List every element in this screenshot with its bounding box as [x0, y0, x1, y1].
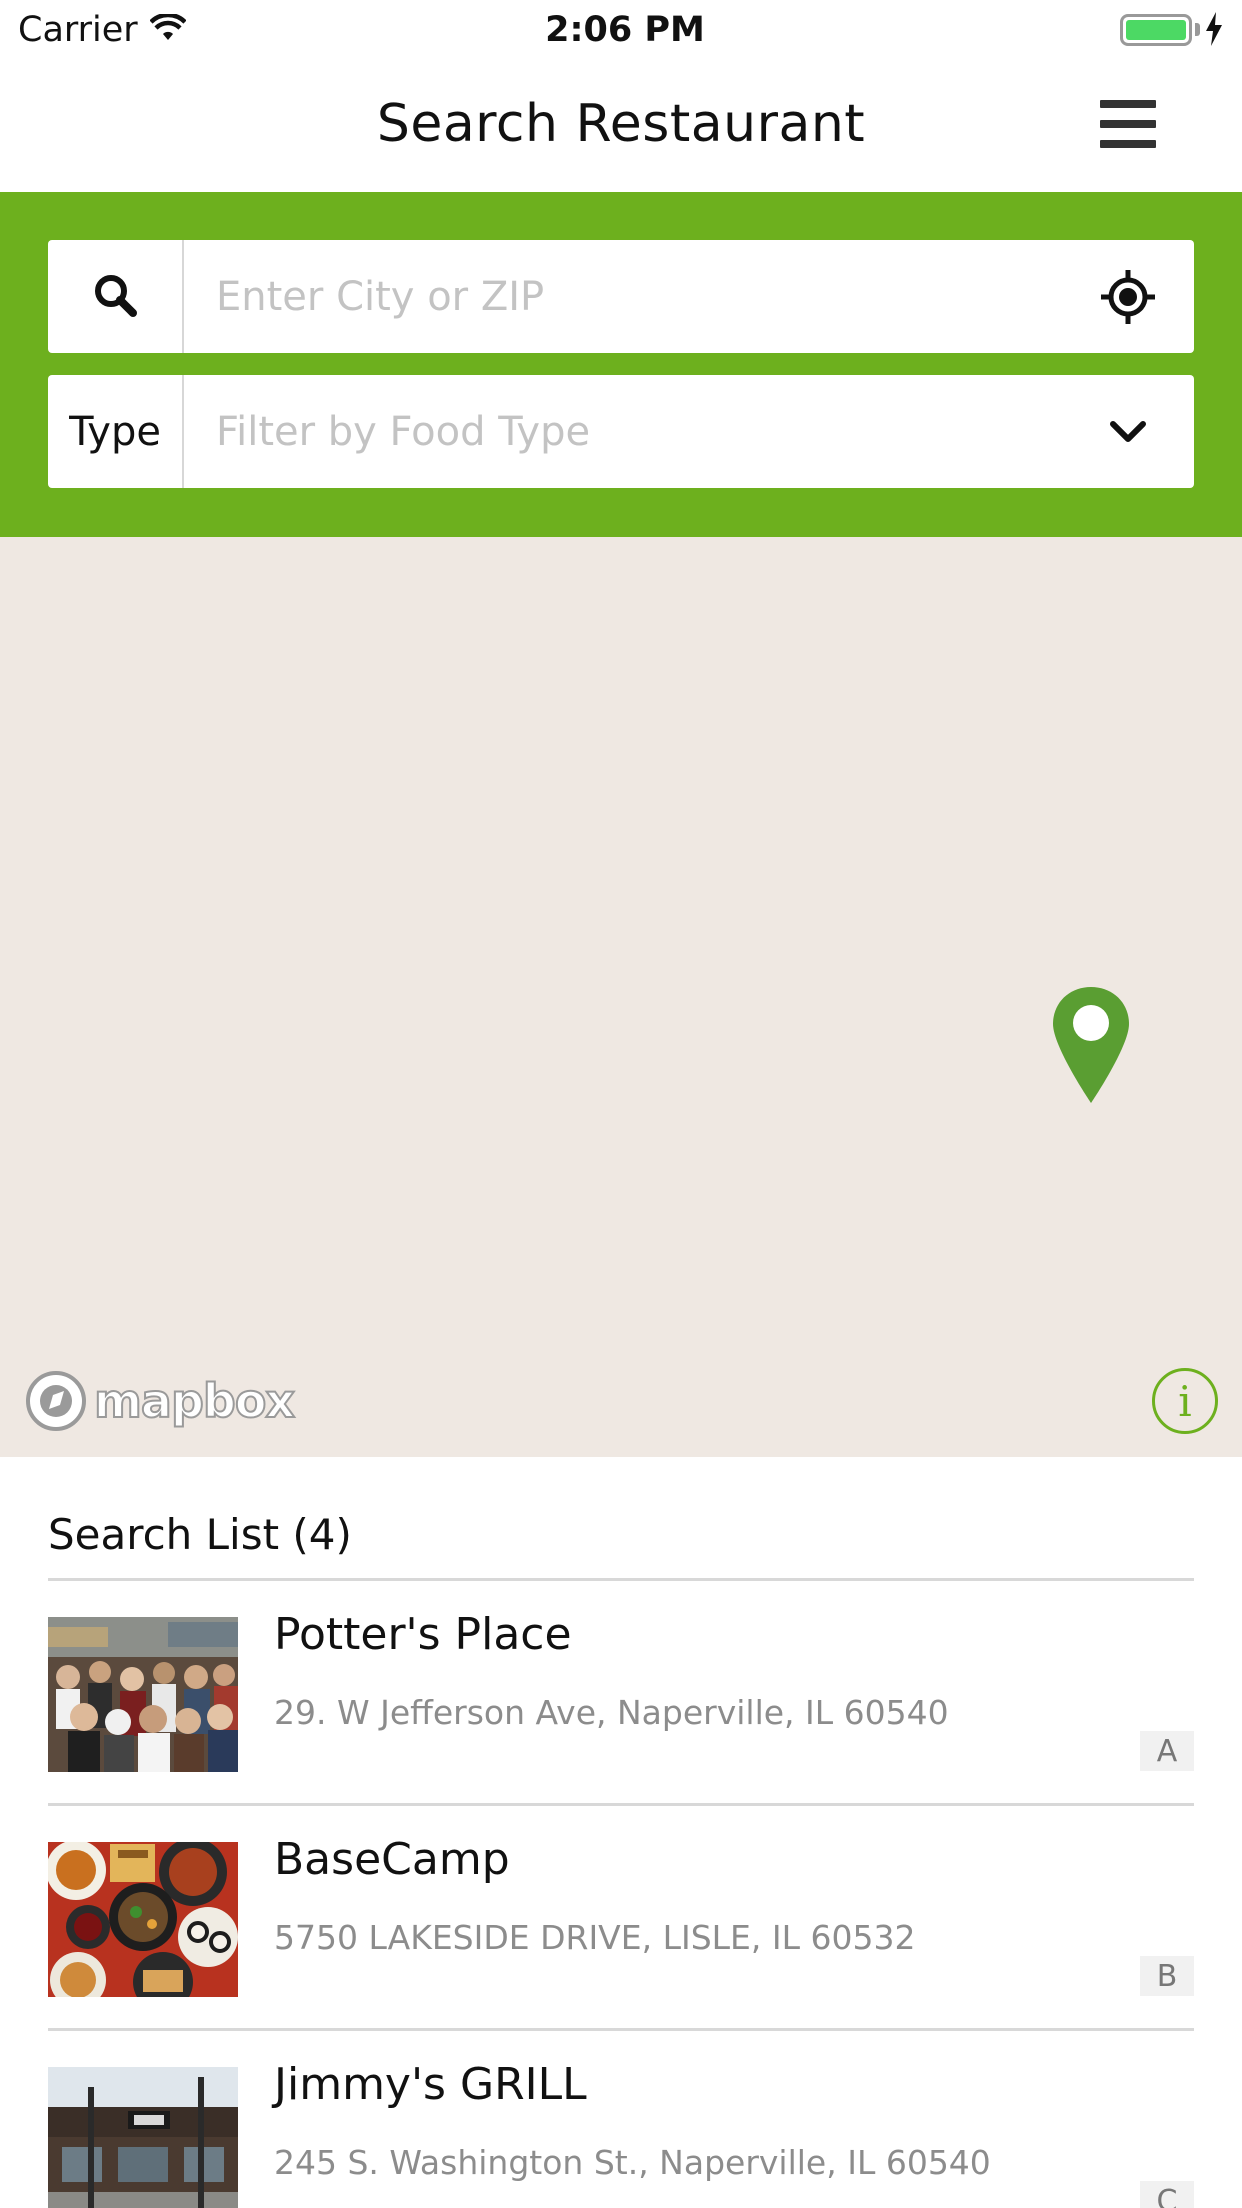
restaurant-address: 245 S. Washington St., Naperville, IL 60…	[274, 2143, 991, 2182]
city-search-field	[48, 240, 1194, 353]
search-panel: Type	[0, 192, 1242, 537]
search-list-header: Search List (4)	[48, 1510, 352, 1559]
status-bar: Carrier 2:06 PM	[0, 0, 1242, 60]
page-title: Search Restaurant	[376, 94, 866, 154]
restaurant-thumbnail-food	[48, 1842, 238, 1997]
clock-time: 2:06 PM	[545, 10, 705, 50]
navigation-bar: Search Restaurant	[0, 60, 1242, 192]
locate-me-icon[interactable]	[1096, 240, 1160, 353]
food-type-field[interactable]: Type	[48, 375, 1194, 488]
type-label-box: Type	[48, 375, 184, 488]
restaurant-address: 5750 LAKESIDE DRIVE, LISLE, IL 60532	[274, 1918, 916, 1957]
search-icon-box	[48, 240, 184, 353]
map-marker-badge: A	[1140, 1731, 1194, 1771]
battery-icon	[1120, 14, 1192, 46]
map-pin-icon[interactable]	[1050, 985, 1132, 1109]
map-view[interactable]: mapbox i	[0, 537, 1242, 1457]
restaurant-name: Jimmy's GRILL	[274, 2059, 587, 2110]
restaurant-thumbnail-crowd	[48, 1617, 238, 1772]
charging-bolt-icon	[1204, 12, 1224, 50]
chevron-down-icon[interactable]	[1096, 375, 1160, 488]
list-item[interactable]: BaseCamp 5750 LAKESIDE DRIVE, LISLE, IL …	[48, 1806, 1194, 2031]
food-type-select[interactable]	[186, 375, 1066, 488]
info-icon[interactable]: i	[1152, 1368, 1218, 1434]
map-marker-badge: C	[1140, 2181, 1194, 2208]
city-zip-input[interactable]	[186, 240, 1066, 353]
restaurant-thumbnail-storefront	[48, 2067, 238, 2208]
mapbox-logo-icon	[26, 1371, 86, 1431]
type-label: Type	[69, 408, 161, 455]
list-item[interactable]: Jimmy's GRILL 245 S. Washington St., Nap…	[48, 2031, 1194, 2208]
restaurant-name: Potter's Place	[274, 1609, 572, 1660]
battery-tip	[1195, 23, 1200, 36]
search-icon	[92, 272, 138, 322]
map-marker-badge: B	[1140, 1956, 1194, 1996]
restaurant-name: BaseCamp	[274, 1834, 510, 1885]
mapbox-logo: mapbox	[24, 1369, 296, 1433]
mapbox-wordmark: mapbox	[93, 1373, 296, 1429]
hamburger-menu-icon[interactable]	[1100, 100, 1156, 148]
search-results-list: Potter's Place 29. W Jefferson Ave, Nape…	[48, 1581, 1194, 2208]
restaurant-address: 29. W Jefferson Ave, Naperville, IL 6054…	[274, 1693, 949, 1732]
list-item[interactable]: Potter's Place 29. W Jefferson Ave, Nape…	[48, 1581, 1194, 1806]
